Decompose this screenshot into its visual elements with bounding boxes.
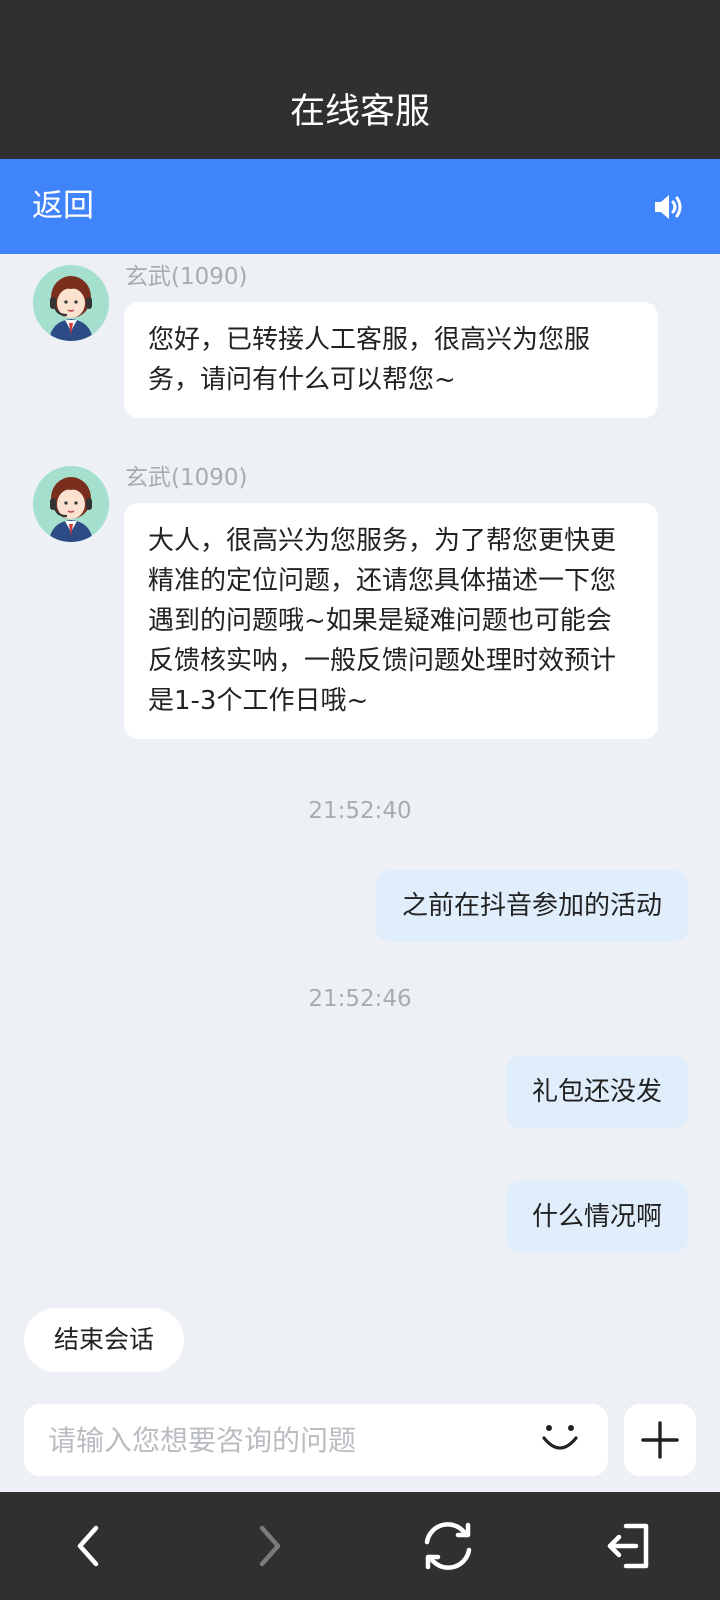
nav-bar: 返回 [0,159,720,254]
agent-message: 您好，已转接人工客服，很高兴为您服务，请问有什么可以帮您~ [124,302,658,418]
exit-icon[interactable] [602,1518,658,1574]
user-message: 之前在抖音参加的活动 [375,870,688,942]
chat-area[interactable]: 玄武(1090) 您好，已转接人工客服，很高兴为您服务，请问有什么可以帮您~ 玄… [0,254,720,1304]
timestamp: 21:52:46 [308,986,412,1012]
forward-arrow-icon[interactable] [240,1518,296,1574]
refresh-icon[interactable] [418,1518,474,1574]
user-message: 什么情况啊 [505,1181,688,1253]
browser-toolbar [0,1492,720,1600]
user-message: 礼包还没发 [505,1056,688,1128]
timestamp: 21:52:40 [308,798,412,824]
page-title: 在线客服 [289,92,430,132]
add-attachment-button[interactable] [624,1404,696,1476]
status-header: 在线客服 [0,0,720,159]
agent-message: 大人，很高兴为您服务，为了帮您更快更精准的定位问题，还请您具体描述一下您遇到的问… [124,503,658,739]
sender-name: 玄武(1090) [125,264,248,290]
back-button[interactable]: 返回 [32,184,94,228]
end-session-button[interactable]: 结束会话 [24,1308,184,1372]
sender-name: 玄武(1090) [125,465,248,491]
back-arrow-icon[interactable] [62,1518,118,1574]
agent-avatar [33,265,109,341]
speaker-icon[interactable] [652,190,686,224]
message-input-box [24,1404,608,1476]
agent-avatar [33,466,109,542]
emoji-icon[interactable] [540,1422,580,1458]
plus-icon [641,1421,679,1459]
message-input[interactable] [48,1404,508,1476]
